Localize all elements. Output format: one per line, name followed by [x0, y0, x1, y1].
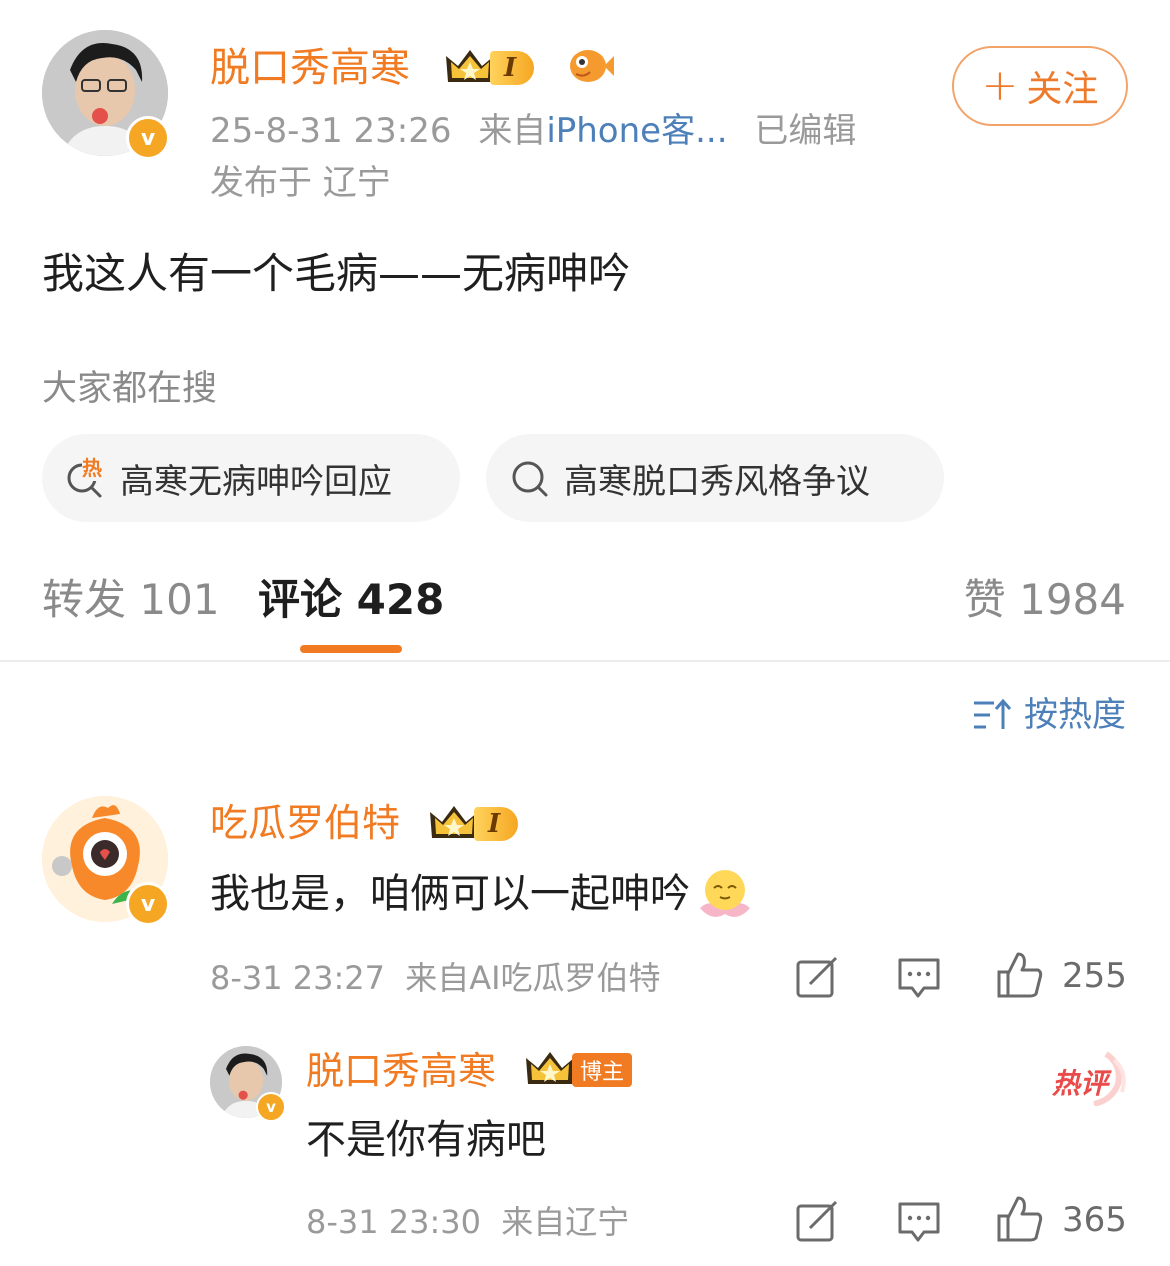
- verified-badge-icon: v: [126, 882, 170, 926]
- crown-icon: [446, 50, 494, 82]
- verified-badge-icon: v: [256, 1092, 286, 1122]
- comment-text-row: 我也是，咱俩可以一起呻吟: [210, 864, 756, 924]
- tab-comments-count: 428: [356, 575, 445, 624]
- comment-like-count: 255: [1062, 956, 1127, 996]
- sort-button[interactable]: 按热度: [972, 692, 1126, 738]
- owner-badge: 博主: [572, 1053, 633, 1087]
- member-crown-badge[interactable]: I: [444, 48, 535, 88]
- reply-time: 8-31 23:30: [306, 1203, 482, 1241]
- search-icon: [512, 461, 548, 497]
- reply-meta: 8-31 23:30 来自辽宁: [306, 1200, 629, 1244]
- comment-icon[interactable]: [896, 954, 942, 1000]
- post-source-device[interactable]: iPhone客...: [546, 111, 727, 151]
- follow-label: 关注: [1026, 69, 1099, 110]
- hot-tag: 热: [82, 452, 102, 481]
- comment-author-name[interactable]: 吃瓜罗伯特: [210, 798, 400, 848]
- tab-likes-label: 赞: [963, 575, 1006, 624]
- hot-comment-label: 热评: [1052, 1067, 1109, 1100]
- tab-likes-count: 1984: [1019, 575, 1126, 624]
- search-suggestion-1[interactable]: 热 高寒无病呻吟回应: [42, 434, 460, 522]
- post-time: 25-8-31 23:26: [210, 111, 452, 151]
- post-author-name[interactable]: 脱口秀高寒: [210, 42, 410, 94]
- sort-icon: [974, 698, 1012, 729]
- tab-repost[interactable]: 转发 101: [42, 572, 220, 628]
- post-location: 发布于 辽宁: [210, 163, 391, 203]
- member-crown-badge[interactable]: 博主: [524, 1050, 633, 1090]
- search-heading: 大家都在搜: [42, 369, 218, 409]
- like-icon[interactable]: [996, 950, 1044, 1000]
- repost-icon[interactable]: [794, 1198, 840, 1244]
- post-meta-line: 25-8-31 23:26 来自iPhone客... 已编辑: [210, 108, 856, 154]
- level-badge: I: [474, 807, 519, 841]
- tab-comments[interactable]: 评论 428: [258, 572, 444, 628]
- tab-divider: [0, 660, 1170, 662]
- comment-source: 来自AI吃瓜罗伯特: [405, 959, 661, 997]
- relaxed-face-emoji-icon: [700, 870, 750, 917]
- sort-label: 按热度: [1024, 695, 1126, 735]
- suggestion-label-1: 高寒无病呻吟回应: [120, 461, 392, 502]
- fish-emoji-icon: [570, 50, 614, 82]
- reply-text: 不是你有病吧: [306, 1117, 546, 1163]
- comment-meta: 8-31 23:27 来自AI吃瓜罗伯特: [210, 956, 661, 1000]
- active-tab-indicator: [300, 645, 402, 653]
- suggestion-label-2: 高寒脱口秀风格争议: [564, 461, 870, 502]
- hot-search-icon: 热: [64, 452, 108, 500]
- crown-icon: [526, 1052, 574, 1084]
- level-badge: I: [490, 51, 535, 85]
- follow-button[interactable]: + 关注: [952, 46, 1128, 126]
- reply-source: 来自辽宁: [501, 1203, 630, 1241]
- member-crown-badge[interactable]: I: [428, 804, 519, 844]
- crown-icon: [430, 806, 478, 838]
- comment-time: 8-31 23:27: [210, 959, 386, 997]
- comment-text: 我也是，咱俩可以一起呻吟: [210, 871, 690, 917]
- tab-repost-count: 101: [139, 575, 220, 624]
- like-icon[interactable]: [996, 1194, 1044, 1244]
- plus-icon: +: [981, 60, 1019, 111]
- post-source-prefix: 来自: [478, 111, 547, 151]
- tab-comments-label: 评论: [258, 575, 343, 624]
- verified-badge-icon: v: [126, 116, 170, 160]
- tab-likes[interactable]: 赞 1984: [964, 572, 1126, 628]
- tab-repost-label: 转发: [42, 575, 127, 624]
- edited-label[interactable]: 已编辑: [754, 111, 856, 151]
- repost-icon[interactable]: [794, 954, 840, 1000]
- reply-author-name[interactable]: 脱口秀高寒: [306, 1046, 496, 1096]
- post-content: 我这人有一个毛病——无病呻吟: [42, 249, 631, 298]
- search-suggestion-2[interactable]: 高寒脱口秀风格争议: [486, 434, 944, 522]
- comment-icon[interactable]: [896, 1198, 942, 1244]
- reply-like-count: 365: [1062, 1200, 1127, 1240]
